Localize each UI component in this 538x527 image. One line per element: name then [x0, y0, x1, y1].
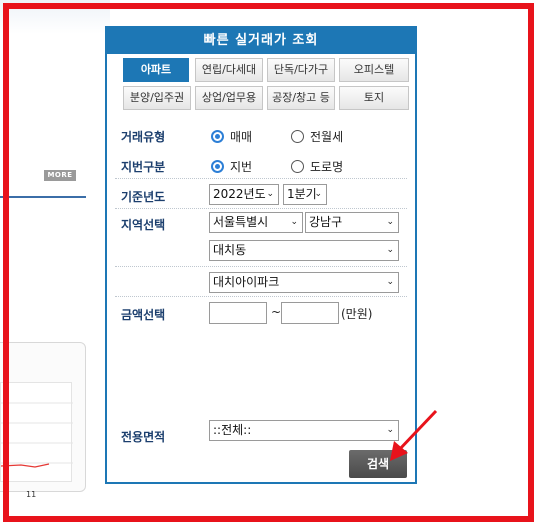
address-type-road-radio[interactable]: 도로명 — [291, 158, 343, 175]
deal-type-label: 거래유형 — [121, 130, 166, 144]
region-label: 지역선택 — [121, 218, 166, 232]
address-type-label: 지번구분 — [121, 160, 166, 174]
dong-select-value: 대치동 — [213, 243, 247, 257]
radio-checked-icon — [211, 130, 224, 143]
address-type-lot-radio[interactable]: 지번 — [211, 158, 252, 175]
tab-detached-house[interactable]: 단독/다가구 — [267, 58, 335, 82]
quick-price-search-widget: 빠른 실거래가 조회 아파트 연립/다세대 단독/다가구 오피스텔 분양/입주권… — [105, 26, 417, 484]
radio-unchecked-icon — [291, 130, 304, 143]
quarter-select-value: 1분기 — [287, 187, 317, 201]
address-type-lot-label: 지번 — [230, 160, 253, 174]
chevron-down-icon: ⌄ — [386, 277, 394, 287]
background-chart-label: 11 — [26, 490, 37, 499]
amount-label: 금액선택 — [121, 308, 166, 322]
area-select-value: ::전체:: — [213, 423, 252, 437]
chevron-down-icon: ⌄ — [290, 217, 298, 227]
quarter-select[interactable]: 1분기 ⌄ — [283, 184, 327, 205]
widget-title: 빠른 실거래가 조회 — [107, 28, 415, 54]
tab-apartment[interactable]: 아파트 — [123, 58, 189, 82]
divider — [115, 266, 407, 267]
year-select-value: 2022년도 — [213, 187, 266, 201]
radio-checked-icon — [211, 160, 224, 173]
divider — [115, 208, 407, 209]
complex-select-value: 대치아이파크 — [213, 275, 280, 289]
amount-max-input[interactable] — [281, 302, 339, 324]
base-year-label: 기준년도 — [121, 190, 166, 204]
radio-unchecked-icon — [291, 160, 304, 173]
dong-select[interactable]: 대치동 ⌄ — [209, 240, 399, 261]
amount-range-separator: ~ — [271, 305, 282, 319]
district-select-value: 강남구 — [309, 215, 343, 229]
address-type-road-label: 도로명 — [310, 160, 344, 174]
deal-type-sale-radio[interactable]: 매매 — [211, 128, 252, 145]
deal-type-sale-label: 매매 — [230, 130, 253, 144]
tab-presale[interactable]: 분양/입주권 — [123, 86, 191, 110]
tab-officetel[interactable]: 오피스텔 — [339, 58, 409, 82]
chevron-down-icon: ⌄ — [386, 245, 394, 255]
tab-row-house[interactable]: 연립/다세대 — [195, 58, 263, 82]
year-select[interactable]: 2022년도 ⌄ — [209, 184, 279, 205]
background-chart-lines — [0, 402, 73, 468]
amount-unit-label: (만원) — [341, 307, 373, 321]
chevron-down-icon: ⌄ — [266, 189, 274, 199]
district-select[interactable]: 강남구 ⌄ — [305, 212, 399, 233]
complex-select[interactable]: 대치아이파크 ⌄ — [209, 272, 399, 293]
city-select-value: 서울특별시 — [213, 215, 269, 229]
divider — [115, 296, 407, 297]
tab-factory[interactable]: 공장/창고 등 — [267, 86, 335, 110]
deal-type-rent-radio[interactable]: 전월세 — [291, 128, 343, 145]
background-chart — [0, 382, 73, 482]
amount-min-input[interactable] — [209, 302, 267, 324]
more-badge[interactable]: MORE — [44, 170, 76, 181]
background-divider — [0, 196, 86, 198]
chevron-down-icon: ⌄ — [314, 189, 322, 199]
tab-land[interactable]: 토지 — [339, 86, 409, 110]
city-select[interactable]: 서울특별시 ⌄ — [209, 212, 303, 233]
annotation-arrow-icon — [390, 409, 438, 461]
area-label: 전용면적 — [121, 430, 166, 444]
chevron-down-icon: ⌄ — [386, 217, 394, 227]
deal-type-rent-label: 전월세 — [310, 130, 344, 144]
divider — [115, 178, 407, 179]
tab-commercial[interactable]: 상업/업무용 — [195, 86, 263, 110]
area-select[interactable]: ::전체:: ⌄ — [209, 420, 399, 441]
background-header — [0, 0, 110, 34]
